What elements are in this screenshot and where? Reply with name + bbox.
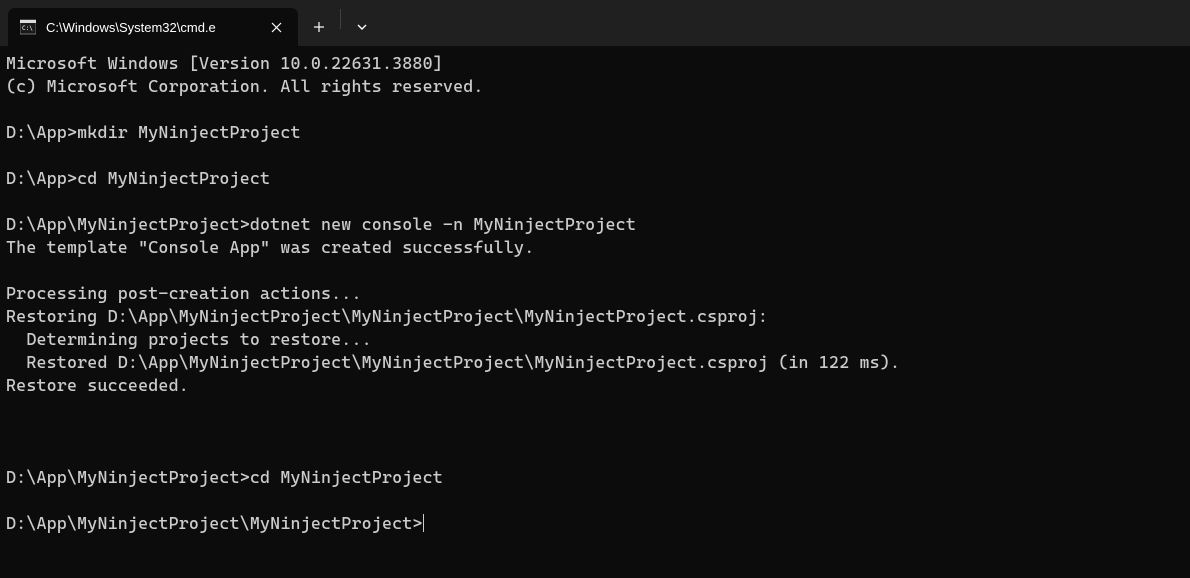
new-tab-button[interactable] xyxy=(298,8,340,46)
titlebar: C:\ C:\Windows\System32\cmd.e xyxy=(0,0,1190,46)
cmd-icon: C:\ xyxy=(20,19,36,35)
tab-active[interactable]: C:\ C:\Windows\System32\cmd.e xyxy=(8,8,298,46)
close-icon xyxy=(271,22,282,33)
tab-title: C:\Windows\System32\cmd.e xyxy=(46,20,258,35)
plus-icon xyxy=(313,21,325,33)
tab-close-button[interactable] xyxy=(264,15,288,39)
cursor xyxy=(423,514,425,532)
tab-dropdown-button[interactable] xyxy=(341,8,383,46)
terminal-output[interactable]: Microsoft Windows [Version 10.0.22631.38… xyxy=(0,46,1190,541)
svg-text:C:\: C:\ xyxy=(22,25,33,32)
current-prompt: D:\App\MyNinjectProject\MyNinjectProject… xyxy=(6,513,423,533)
chevron-down-icon xyxy=(356,23,368,31)
